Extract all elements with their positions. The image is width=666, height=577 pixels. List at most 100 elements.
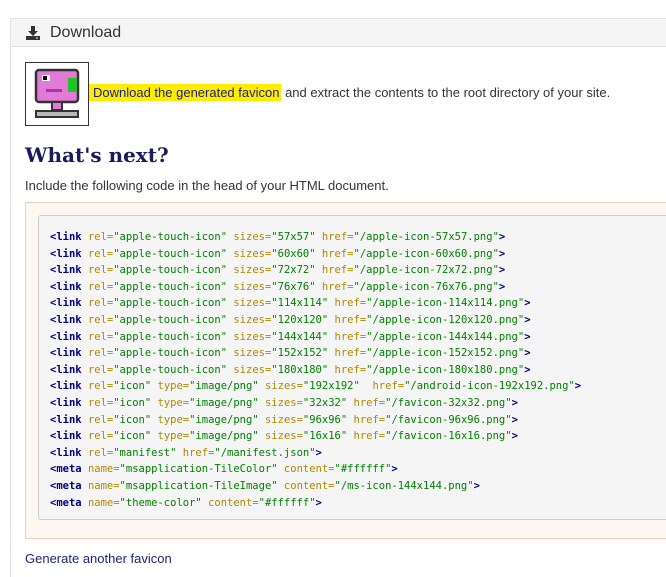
code-tag-close: > xyxy=(498,231,506,243)
code-attr-name: type= xyxy=(157,380,190,393)
code-attr-name: rel= xyxy=(87,446,114,459)
code-tag: <link xyxy=(50,430,82,443)
code-attr-name: href= xyxy=(321,247,354,260)
code-line: <link rel="apple-touch-icon" sizes="152x… xyxy=(50,345,581,362)
code-attr-value: "icon" xyxy=(113,413,152,426)
code-attr-name: sizes= xyxy=(233,247,272,260)
code-attr-name: content= xyxy=(283,463,335,476)
code-line: <link rel="icon" type="image/png" sizes=… xyxy=(50,428,581,445)
code-attr-value: "/apple-icon-72x72.png" xyxy=(353,264,499,277)
code-attr-name: href= xyxy=(182,446,215,459)
code-attr-value: "image/png" xyxy=(189,396,259,409)
download-panel-header: Download xyxy=(10,18,666,47)
code-tag-close: > xyxy=(473,479,480,492)
code-attr-value: "apple-touch-icon" xyxy=(113,297,228,310)
code-attr-value: "image/png" xyxy=(189,380,259,393)
code-attr-value: "180x180" xyxy=(271,363,329,376)
code-line: <link rel="icon" type="image/png" sizes=… xyxy=(50,395,581,412)
code-attr-value: "icon" xyxy=(113,396,152,409)
code-attr-value: "60x60" xyxy=(271,247,316,260)
code-tag: <link xyxy=(50,380,82,393)
code-tag: <link xyxy=(50,231,82,243)
code-attr-value: "/apple-icon-57x57.png" xyxy=(353,231,499,243)
code-attr-value: "#ffffff" xyxy=(334,463,392,476)
code-attr-value: "#ffffff" xyxy=(258,496,316,509)
code-attr-value: "/favicon-96x96.png" xyxy=(385,413,512,426)
download-icon xyxy=(26,26,40,40)
code-attr-name: sizes= xyxy=(233,313,272,326)
code-tag-close: > xyxy=(524,297,531,310)
code-attr-value: "manifest" xyxy=(113,446,177,459)
code-attr-name: href= xyxy=(353,430,386,443)
code-tag-close: > xyxy=(511,396,518,409)
code-tag: <link xyxy=(50,330,82,343)
code-attr-name: sizes= xyxy=(233,297,272,310)
code-attr-value: "image/png" xyxy=(189,413,259,426)
code-attr-name: href= xyxy=(334,313,367,326)
code-attr-name: sizes= xyxy=(233,347,272,360)
code-attr-name: content= xyxy=(208,496,259,509)
code-attr-name: name= xyxy=(87,463,120,476)
code-attr-value: "114x114" xyxy=(271,297,329,310)
code-attr-value: "theme-color" xyxy=(119,496,202,509)
code-attr-value: "msapplication-TileImage" xyxy=(119,479,278,492)
code-block[interactable]: <link rel="apple-touch-icon" sizes="57x5… xyxy=(38,215,666,520)
code-attr-name: sizes= xyxy=(264,413,303,426)
code-attr-value: "icon" xyxy=(113,430,152,443)
code-attr-name: sizes= xyxy=(233,363,272,376)
code-attr-name: href= xyxy=(321,280,354,293)
download-instructions: Download the generated favicon and extra… xyxy=(89,84,610,101)
code-tag: <link xyxy=(50,446,82,459)
code-tag: <link xyxy=(50,396,82,409)
code-line: <link rel="apple-touch-icon" sizes="60x6… xyxy=(50,246,581,263)
code-attr-value: "/apple-icon-180x180.png" xyxy=(366,363,525,376)
code-attr-name: rel= xyxy=(87,313,114,326)
code-tag: <link xyxy=(50,347,82,360)
code-tag: <link xyxy=(50,264,82,277)
code-attr-name: href= xyxy=(334,347,367,360)
code-attr-name: type= xyxy=(157,430,190,443)
code-attr-value: "apple-touch-icon" xyxy=(113,330,228,343)
code-attr-value: "apple-touch-icon" xyxy=(113,347,228,360)
code-attr-name: rel= xyxy=(87,380,114,393)
code-attr-name: href= xyxy=(334,297,367,310)
code-tag-close: > xyxy=(524,347,531,360)
code-attr-name: sizes= xyxy=(264,396,303,409)
code-tag-close: > xyxy=(315,496,322,509)
generate-another-favicon-link[interactable]: Generate another favicon xyxy=(25,551,172,566)
code-attr-name: rel= xyxy=(87,347,114,360)
code-attr-value: "76x76" xyxy=(271,280,316,293)
code-attr-name: type= xyxy=(157,413,190,426)
code-line: <link rel="apple-touch-icon" sizes="57x5… xyxy=(50,229,581,246)
code-attr-value: "apple-touch-icon" xyxy=(113,313,228,326)
code-tag: <link xyxy=(50,297,82,310)
code-tag-close: > xyxy=(524,330,531,343)
code-attr-value: "144x144" xyxy=(271,330,329,343)
download-favicon-link[interactable]: Download the generated favicon xyxy=(89,84,282,101)
code-line: <meta name="msapplication-TileImage" con… xyxy=(50,478,581,495)
panel-title: Download xyxy=(50,24,122,41)
code-attr-value: "/apple-icon-144x144.png" xyxy=(366,330,525,343)
code-attr-name: content= xyxy=(283,479,335,492)
code-line: <link rel="apple-touch-icon" sizes="144x… xyxy=(50,329,581,346)
code-tag: <link xyxy=(50,413,82,426)
code-attr-name: href= xyxy=(353,413,386,426)
code-attr-value: "96x96" xyxy=(302,413,348,426)
code-attr-value: "57x57" xyxy=(271,231,316,243)
code-tag-close: > xyxy=(511,430,518,443)
code-attr-name: rel= xyxy=(87,264,114,277)
favicon-image xyxy=(34,68,80,118)
code-line: <link rel="apple-touch-icon" sizes="76x7… xyxy=(50,279,581,296)
code-tag-close: > xyxy=(498,247,506,260)
code-attr-name: href= xyxy=(321,264,354,277)
code-attr-name: rel= xyxy=(87,430,114,443)
code-attr-name: href= xyxy=(353,396,386,409)
code-attr-value: "16x16" xyxy=(302,430,348,443)
code-attr-value: "120x120" xyxy=(271,313,329,326)
code-tag: <meta xyxy=(50,479,82,492)
code-line: <link rel="apple-touch-icon" sizes="114x… xyxy=(50,295,581,312)
code-attr-value: "apple-touch-icon" xyxy=(113,280,228,293)
code-attr-name: href= xyxy=(334,330,367,343)
code-line: <link rel="icon" type="image/png" sizes=… xyxy=(50,378,581,395)
